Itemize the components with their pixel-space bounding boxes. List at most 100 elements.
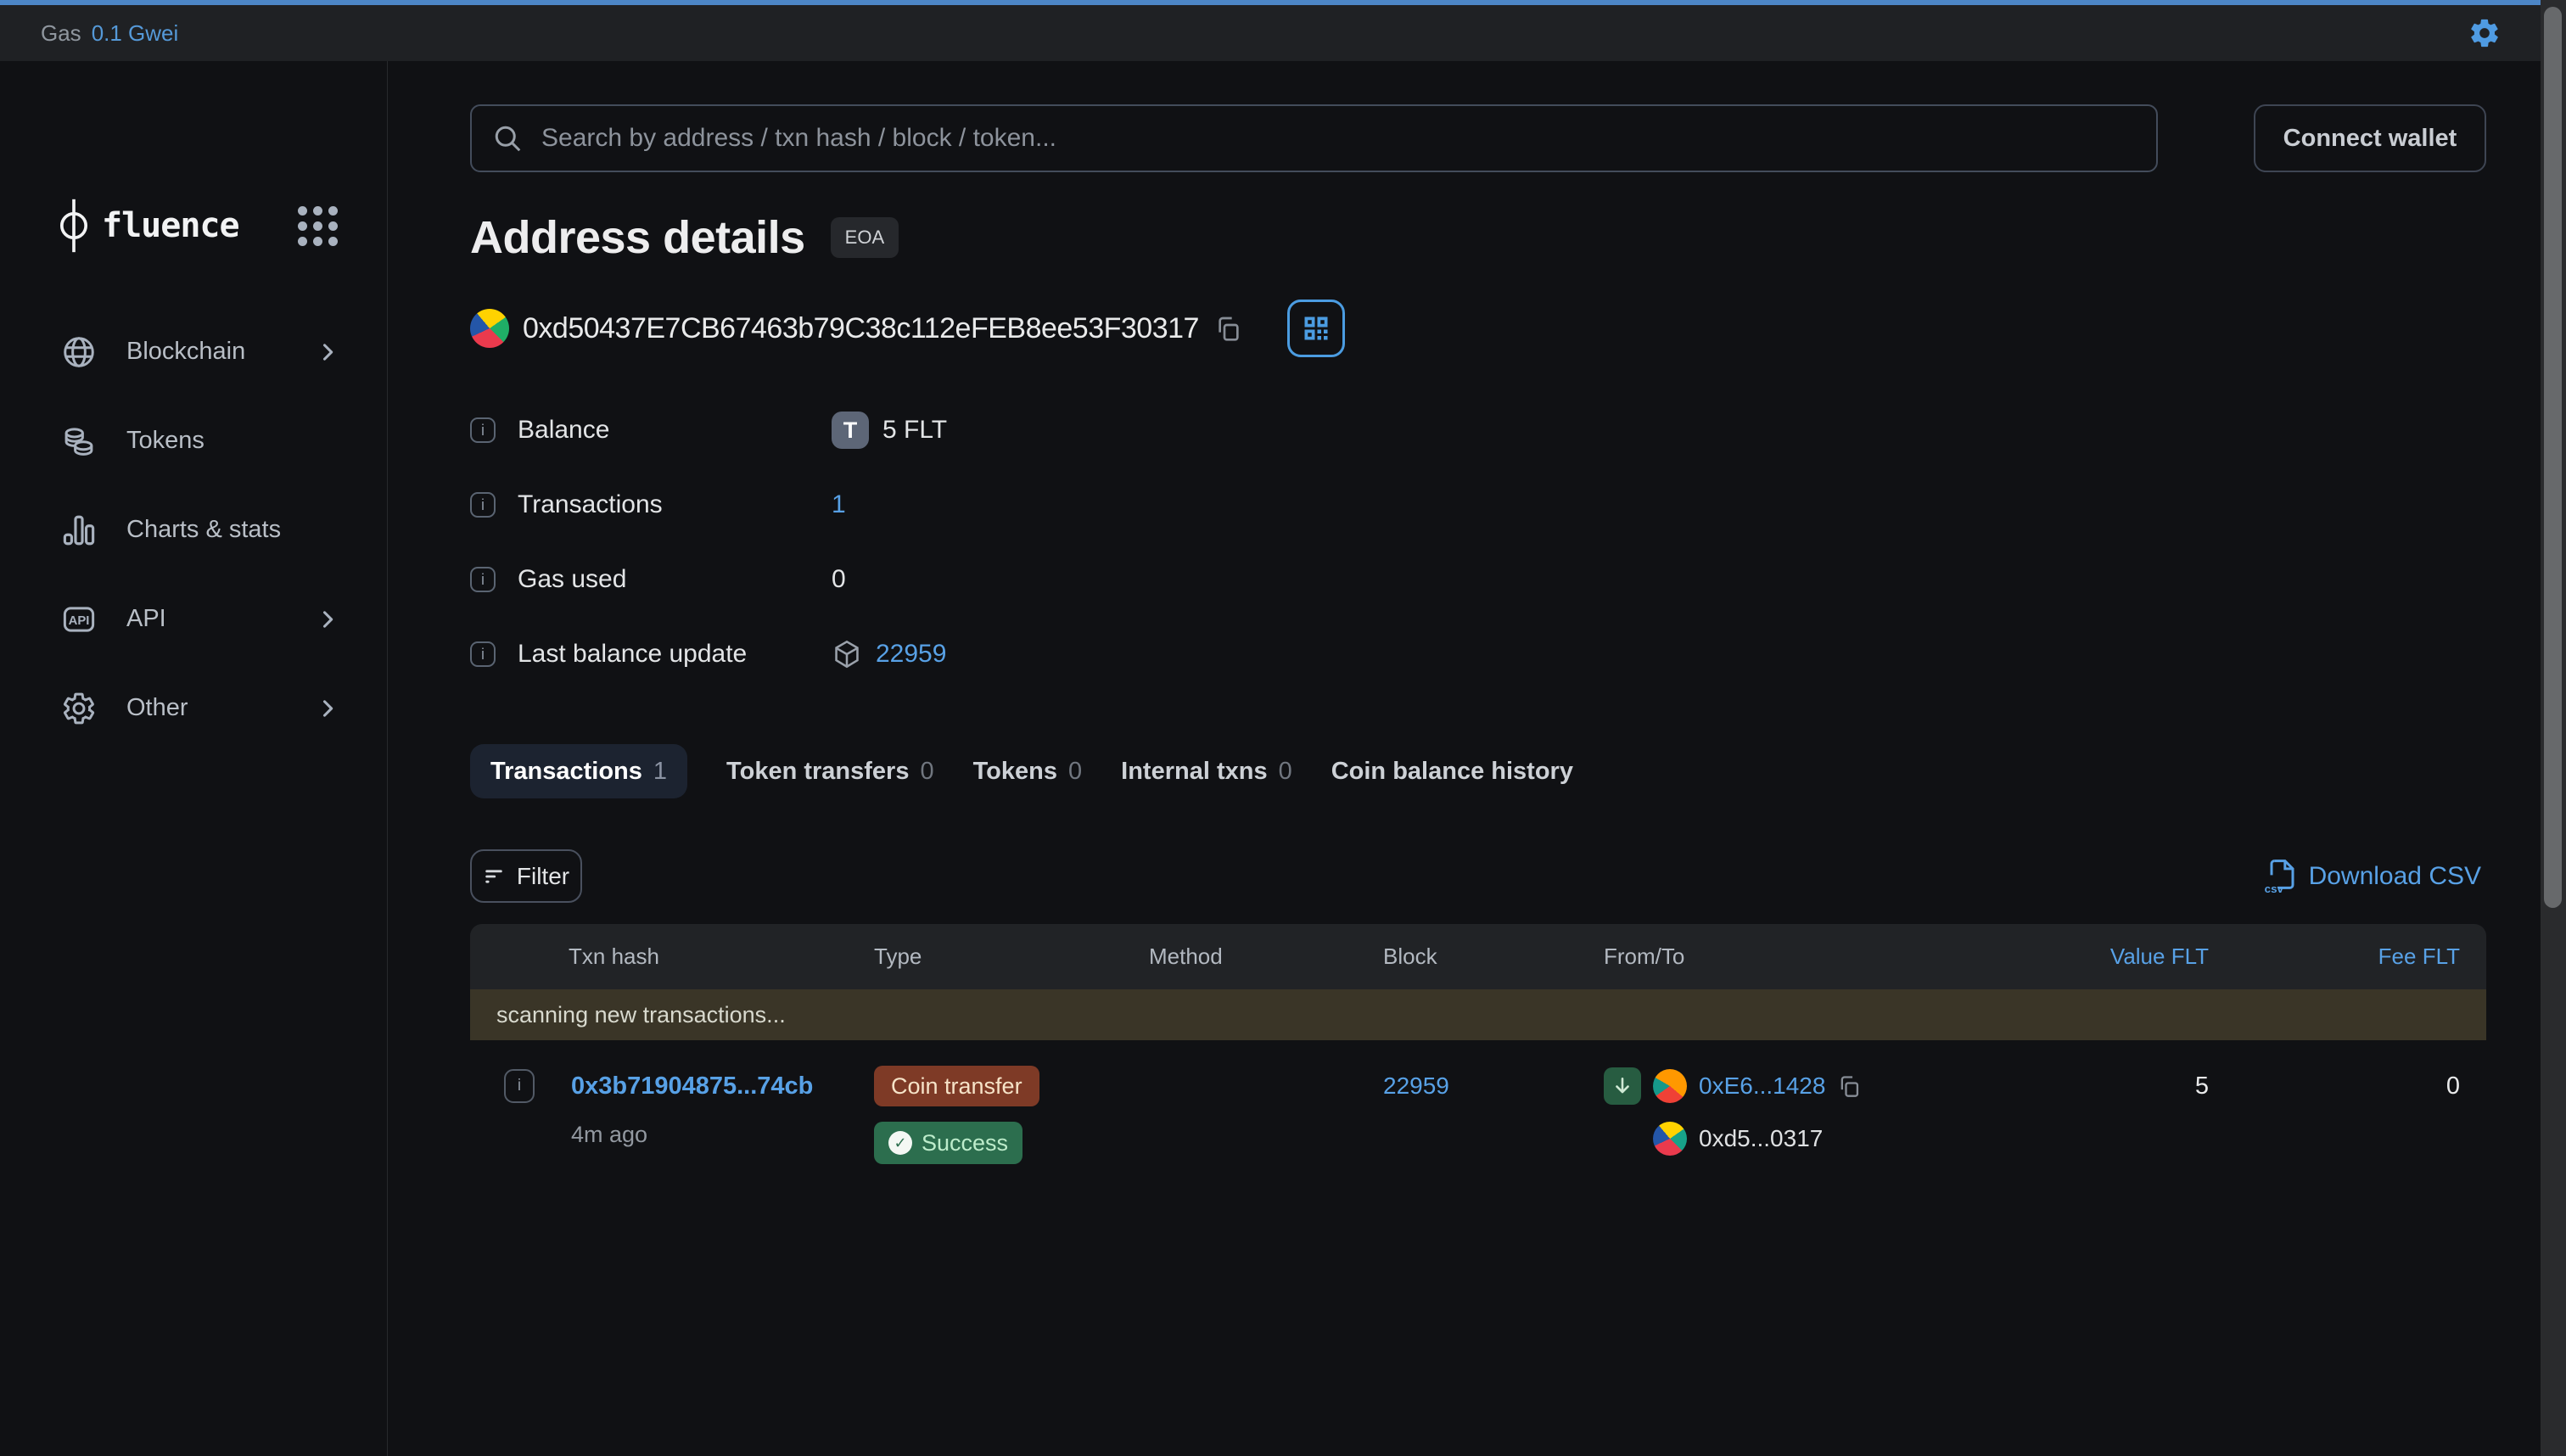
transactions-label: Transactions — [518, 490, 832, 519]
from-avatar — [1653, 1069, 1687, 1103]
txn-age: 4m ago — [571, 1122, 874, 1148]
page-scrollbar[interactable] — [2541, 0, 2566, 1456]
csv-file-icon: csv — [2263, 858, 2297, 895]
sidebar-item-api[interactable]: API API — [0, 574, 387, 664]
txn-hash-link[interactable]: 0x3b71904875...74cb — [571, 1072, 813, 1100]
balance-row: i Balance T 5 FLT — [470, 393, 2486, 468]
from-address-link[interactable]: 0xE6...1428 — [1699, 1072, 1825, 1100]
col-block: Block — [1383, 944, 1604, 970]
sidebar-item-tokens[interactable]: Tokens — [0, 396, 387, 485]
tab-count: 0 — [1279, 758, 1292, 786]
settings-gear-icon[interactable] — [2468, 16, 2502, 50]
api-icon: API — [61, 602, 97, 637]
sidebar-item-label: API — [126, 605, 316, 633]
tab-transactions[interactable]: Transactions 1 — [470, 744, 687, 798]
search-icon — [492, 123, 523, 154]
info-icon[interactable]: i — [470, 417, 496, 443]
last-balance-update-row: i Last balance update 22959 — [470, 617, 2486, 692]
tab-count: 0 — [920, 758, 933, 786]
tab-label: Coin balance history — [1331, 758, 1573, 786]
gas-used-row: i Gas used 0 — [470, 542, 2486, 617]
col-txn-hash: Txn hash — [470, 944, 874, 970]
tab-count: 1 — [653, 758, 667, 786]
address-avatar — [470, 309, 509, 348]
tab-label: Transactions — [490, 758, 642, 786]
last-balance-update-label: Last balance update — [518, 640, 832, 669]
balance-label: Balance — [518, 416, 832, 445]
transactions-count-link[interactable]: 1 — [832, 490, 846, 519]
sidebar-nav: Blockchain Tokens Charts & stats — [0, 307, 387, 753]
tab-label: Token transfers — [726, 758, 909, 786]
svg-text:API: API — [69, 614, 90, 628]
search-bar[interactable] — [470, 104, 2158, 172]
fluence-logo-icon — [59, 199, 88, 253]
col-type: Type — [874, 944, 1149, 970]
tab-internal-txns[interactable]: Internal txns 0 — [1121, 744, 1292, 798]
download-csv-button[interactable]: csv Download CSV — [2258, 857, 2486, 896]
chevron-right-icon — [316, 697, 339, 720]
col-value[interactable]: Value FLT — [1990, 944, 2209, 970]
qr-code-button[interactable] — [1287, 300, 1345, 357]
sidebar: fluence Blockchain — [0, 61, 388, 1456]
copy-address-icon[interactable] — [1214, 315, 1241, 342]
filter-button[interactable]: Filter — [470, 849, 582, 903]
incoming-arrow-badge — [1604, 1067, 1641, 1105]
scrollbar-thumb[interactable] — [2544, 7, 2562, 908]
logo-text[interactable]: fluence — [102, 206, 239, 245]
col-from-to: From/To — [1604, 944, 1990, 970]
globe-icon — [61, 334, 97, 370]
sidebar-item-other[interactable]: Other — [0, 664, 387, 753]
info-icon[interactable]: i — [470, 567, 496, 592]
txn-status-label: Success — [922, 1130, 1008, 1156]
txn-fee: 0 — [2209, 1062, 2460, 1110]
check-icon: ✓ — [888, 1131, 912, 1155]
bar-chart-icon — [61, 512, 97, 548]
txn-block-link[interactable]: 22959 — [1383, 1072, 1449, 1100]
tab-token-transfers[interactable]: Token transfers 0 — [726, 744, 934, 798]
table-row: i 0x3b71904875...74cb 4m ago Coin transf… — [470, 1040, 2486, 1193]
block-cube-icon — [832, 639, 862, 669]
connect-wallet-button[interactable]: Connect wallet — [2254, 104, 2486, 172]
download-csv-label: Download CSV — [2309, 862, 2481, 891]
token-badge: T — [832, 412, 869, 449]
gas-used-value: 0 — [832, 565, 846, 594]
txn-status-badge: ✓ Success — [874, 1122, 1022, 1164]
transactions-row: i Transactions 1 — [470, 468, 2486, 542]
app-window: Gas 0.1 Gwei fluence — [0, 0, 2566, 1456]
coins-icon — [61, 423, 97, 459]
page-title: Address details — [470, 211, 805, 264]
info-icon[interactable]: i — [470, 492, 496, 518]
last-balance-update-block-link[interactable]: 22959 — [876, 640, 946, 669]
info-icon[interactable]: i — [470, 641, 496, 667]
search-input[interactable] — [540, 123, 2136, 154]
col-method: Method — [1149, 944, 1383, 970]
gas-tracker: Gas 0.1 Gwei — [41, 20, 178, 47]
tab-tokens[interactable]: Tokens 0 — [973, 744, 1083, 798]
gear-icon — [61, 691, 97, 726]
to-avatar — [1653, 1122, 1687, 1156]
sidebar-item-charts-stats[interactable]: Charts & stats — [0, 485, 387, 574]
balance-value: 5 FLT — [882, 416, 947, 445]
filter-icon — [483, 865, 505, 888]
arrow-down-icon — [1611, 1075, 1633, 1097]
svg-text:csv: csv — [2264, 882, 2283, 895]
apps-grid-icon[interactable] — [298, 206, 338, 246]
col-fee[interactable]: Fee FLT — [2209, 944, 2486, 970]
txn-value: 5 — [1990, 1062, 2209, 1110]
tab-label: Internal txns — [1121, 758, 1267, 786]
sidebar-item-label: Blockchain — [126, 338, 316, 366]
txn-type-badge: Coin transfer — [874, 1066, 1039, 1106]
tx-info-icon[interactable]: i — [504, 1069, 535, 1103]
tab-bar: Transactions 1 Token transfers 0 Tokens … — [470, 744, 2486, 798]
table-header: Txn hash Type Method Block From/To Value… — [470, 924, 2486, 989]
address-details-list: i Balance T 5 FLT i Transactions 1 i Gas… — [470, 393, 2486, 692]
gas-value: 0.1 Gwei — [92, 20, 179, 47]
address-type-badge: EOA — [831, 217, 899, 258]
tab-label: Tokens — [973, 758, 1057, 786]
copy-from-address-icon[interactable] — [1837, 1074, 1861, 1098]
sidebar-item-label: Charts & stats — [126, 516, 339, 544]
filter-label: Filter — [517, 863, 569, 890]
sidebar-item-blockchain[interactable]: Blockchain — [0, 307, 387, 396]
scanning-banner: scanning new transactions... — [470, 989, 2486, 1040]
tab-coin-balance-history[interactable]: Coin balance history — [1331, 744, 1573, 798]
